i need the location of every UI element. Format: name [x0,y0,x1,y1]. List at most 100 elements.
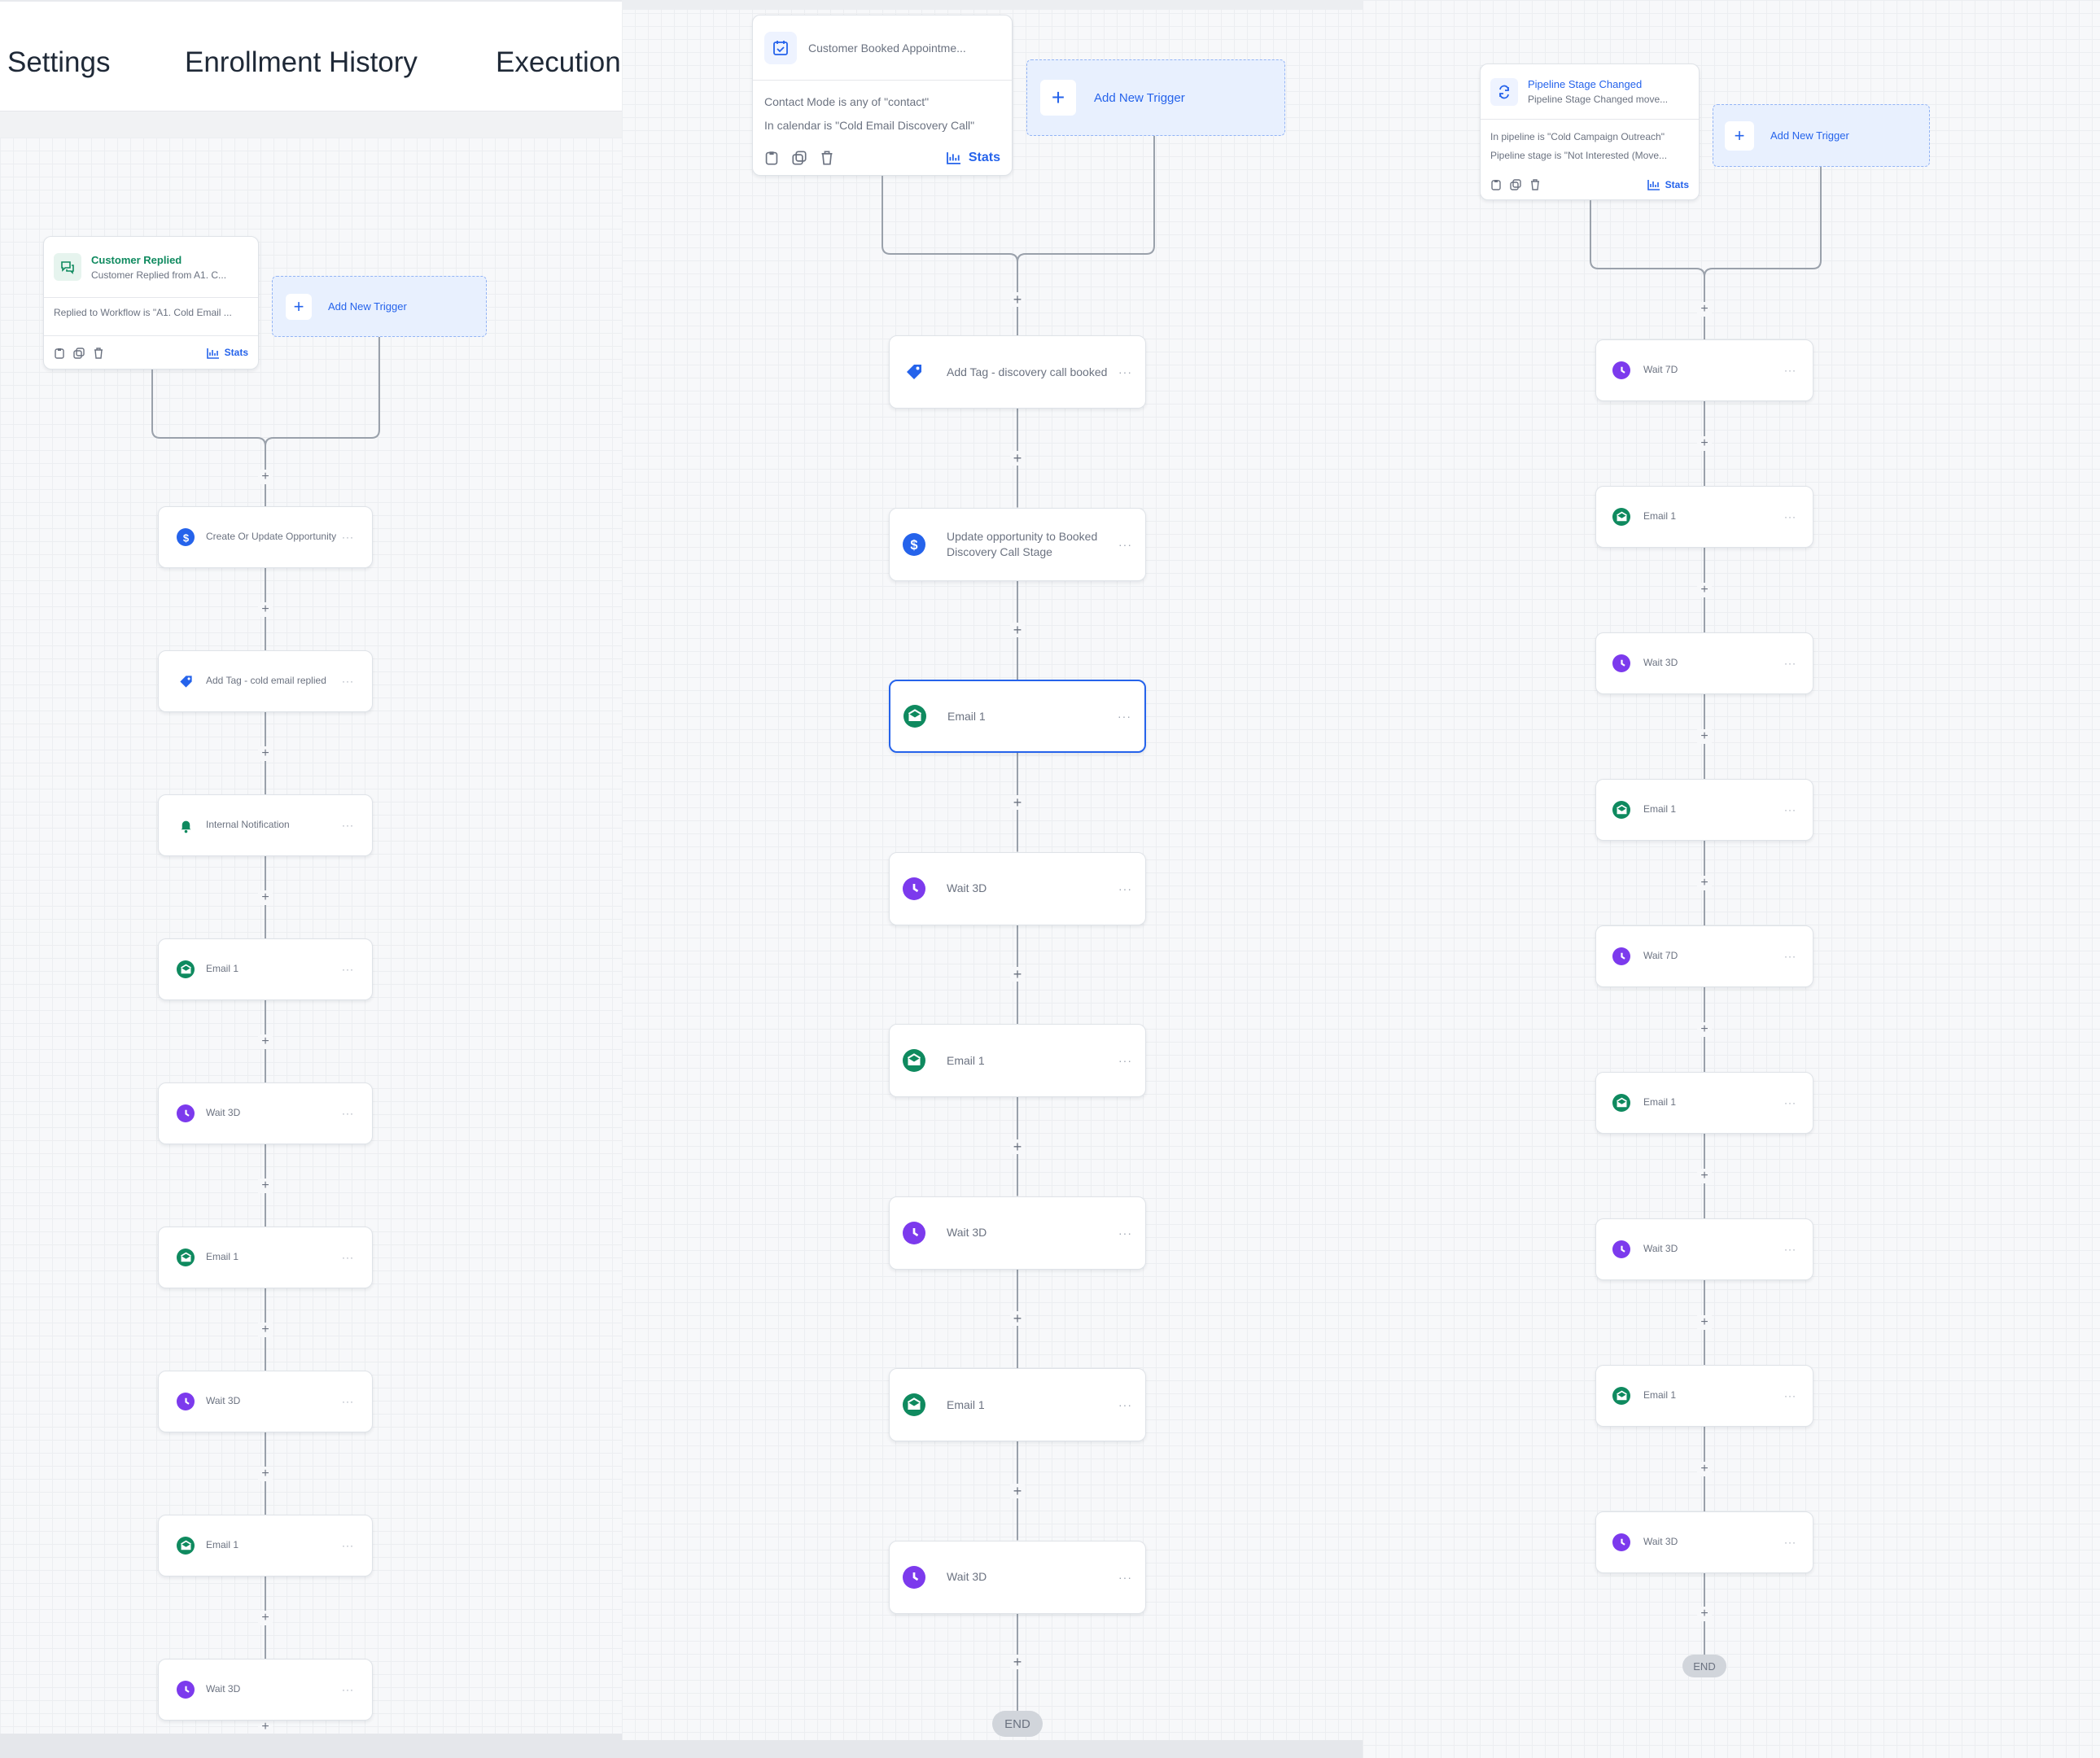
tab-enrollment-history[interactable]: Enrollment History [185,46,418,79]
workflow-canvas[interactable]: Customer Replied Customer Replied from A… [0,138,622,1734]
add-action-plus-button[interactable]: + [258,1610,273,1625]
add-action-plus-button[interactable]: + [1010,1311,1025,1327]
add-action-plus-button[interactable]: + [1010,292,1025,307]
more-options-icon[interactable]: ··· [1784,1390,1796,1402]
action-node-wait-3d[interactable]: Wait 3D ··· [1595,632,1813,694]
action-node-email-1[interactable]: Email 1 ··· [158,938,373,1000]
more-options-icon[interactable]: ··· [1784,1537,1796,1548]
add-action-plus-button[interactable]: + [1697,1315,1712,1330]
tab-execution[interactable]: Execution [496,46,621,79]
clock-icon [1612,361,1630,379]
clock-icon [1612,654,1630,672]
more-options-icon[interactable]: ··· [1118,1571,1132,1584]
dollar-icon: $ [903,532,925,556]
action-node-wait-3d[interactable]: Wait 3D ··· [158,1082,373,1144]
add-action-plus-button[interactable]: + [1697,301,1712,317]
more-options-icon[interactable]: ··· [1118,365,1132,378]
add-action-plus-button[interactable]: + [1697,1462,1712,1476]
action-node-wait-3d[interactable]: Wait 3D ··· [1595,1511,1813,1573]
more-options-icon[interactable]: ··· [342,1396,354,1407]
more-options-icon[interactable]: ··· [342,1108,354,1119]
action-node-email-1[interactable]: Email 1 ··· [889,1368,1146,1441]
trigger-merge-line [1017,136,1155,263]
add-action-plus-button[interactable]: + [1697,583,1712,597]
more-options-icon[interactable]: ··· [1118,538,1132,551]
action-node-wait-3d[interactable]: Wait 3D ··· [889,1196,1146,1270]
add-action-plus-button[interactable]: + [258,470,273,484]
more-options-icon[interactable]: ··· [342,1540,354,1551]
more-options-icon[interactable]: ··· [342,964,354,975]
action-node-update-opportunity-to-booked-discovery-call-stage[interactable]: $ Update opportunity to Booked Discovery … [889,507,1146,581]
more-options-icon[interactable]: ··· [1784,951,1796,962]
add-action-plus-button[interactable]: + [258,746,273,761]
action-node-create-or-update-opportunity[interactable]: $ Create Or Update Opportunity ··· [158,506,373,568]
more-options-icon[interactable]: ··· [1784,1244,1796,1255]
horizontal-scrollbar[interactable] [0,1734,622,1758]
action-node-wait-3d[interactable]: Wait 3D ··· [889,851,1146,925]
add-action-plus-button[interactable]: + [1010,623,1025,638]
add-action-plus-button[interactable]: + [1010,1655,1025,1670]
more-options-icon[interactable]: ··· [1118,710,1131,723]
action-node-wait-3d[interactable]: Wait 3D ··· [158,1371,373,1432]
add-action-plus-button[interactable]: + [1697,1607,1712,1621]
action-node-internal-notification[interactable]: Internal Notification ··· [158,794,373,856]
add-action-plus-button[interactable]: + [1010,1483,1025,1498]
clock-icon [903,877,925,900]
action-node-email-1[interactable]: Email 1 ··· [1595,1072,1813,1134]
more-options-icon[interactable]: ··· [1784,1097,1796,1109]
action-node-email-1[interactable]: Email 1 ··· [889,1024,1146,1097]
more-options-icon[interactable]: ··· [1118,882,1132,895]
add-action-plus-button[interactable]: + [1697,436,1712,451]
more-options-icon[interactable]: ··· [1784,658,1796,669]
action-label: Email 1 [206,1251,239,1263]
add-action-plus-button[interactable]: + [258,1034,273,1049]
more-options-icon[interactable]: ··· [1118,1398,1132,1411]
more-options-icon[interactable]: ··· [1118,1227,1132,1240]
action-label: Create Or Update Opportunity [206,531,337,543]
more-options-icon[interactable]: ··· [1784,365,1796,376]
more-options-icon[interactable]: ··· [342,531,354,543]
action-node-add-tag-cold-email-replied[interactable]: Add Tag - cold email replied ··· [158,650,373,712]
more-options-icon[interactable]: ··· [342,820,354,831]
add-action-plus-button[interactable]: + [258,890,273,905]
action-label: Email 1 [1643,510,1677,523]
action-node-wait-3d[interactable]: Wait 3D ··· [889,1540,1146,1614]
action-node-email-1[interactable]: Email 1 ··· [889,680,1146,753]
more-options-icon[interactable]: ··· [1784,804,1796,816]
action-node-wait-3d[interactable]: Wait 3D ··· [158,1659,373,1721]
add-action-plus-button[interactable]: + [258,1322,273,1337]
more-options-icon[interactable]: ··· [1784,511,1796,523]
add-action-plus-button[interactable]: + [1010,1139,1025,1154]
add-action-plus-button[interactable]: + [1010,967,1025,982]
action-node-email-1[interactable]: Email 1 ··· [1595,1365,1813,1427]
more-options-icon[interactable]: ··· [1118,1054,1132,1067]
add-action-plus-button[interactable]: + [1697,729,1712,744]
add-action-plus-button[interactable]: + [1010,450,1025,466]
add-action-plus-button[interactable]: + [258,601,273,617]
action-node-email-1[interactable]: Email 1 ··· [1595,486,1813,548]
svg-text:$: $ [910,538,917,553]
horizontal-scrollbar[interactable] [622,1740,1363,1758]
action-node-email-1[interactable]: Email 1 ··· [1595,779,1813,841]
action-node-wait-3d[interactable]: Wait 3D ··· [1595,1218,1813,1280]
add-action-plus-button[interactable]: + [1697,1022,1712,1037]
action-node-wait-7d[interactable]: Wait 7D ··· [1595,925,1813,987]
more-options-icon[interactable]: ··· [342,1684,354,1695]
add-action-plus-button[interactable]: + [1697,1169,1712,1183]
more-options-icon[interactable]: ··· [342,676,354,687]
add-action-plus-button[interactable]: + [1697,876,1712,890]
add-action-plus-button[interactable]: + [258,1178,273,1193]
workflow-canvas[interactable]: Customer Booked Appointme... Contact Mod… [622,0,1363,1740]
workflow-canvas[interactable]: Pipeline Stage Changed Pipeline Stage Ch… [1363,0,2100,1758]
action-node-email-1[interactable]: Email 1 ··· [158,1515,373,1577]
trigger-merge-line [882,176,1018,263]
add-action-plus-button[interactable]: + [1010,794,1025,810]
more-options-icon[interactable]: ··· [342,1252,354,1263]
action-node-wait-7d[interactable]: Wait 7D ··· [1595,339,1813,401]
tab-settings[interactable]: Settings [7,46,110,79]
end-marker: END [992,1711,1043,1737]
add-action-plus-button[interactable]: + [258,1720,273,1734]
action-node-add-tag-discovery-call-booked[interactable]: Add Tag - discovery call booked ··· [889,335,1146,409]
add-action-plus-button[interactable]: + [258,1466,273,1481]
action-node-email-1[interactable]: Email 1 ··· [158,1227,373,1288]
